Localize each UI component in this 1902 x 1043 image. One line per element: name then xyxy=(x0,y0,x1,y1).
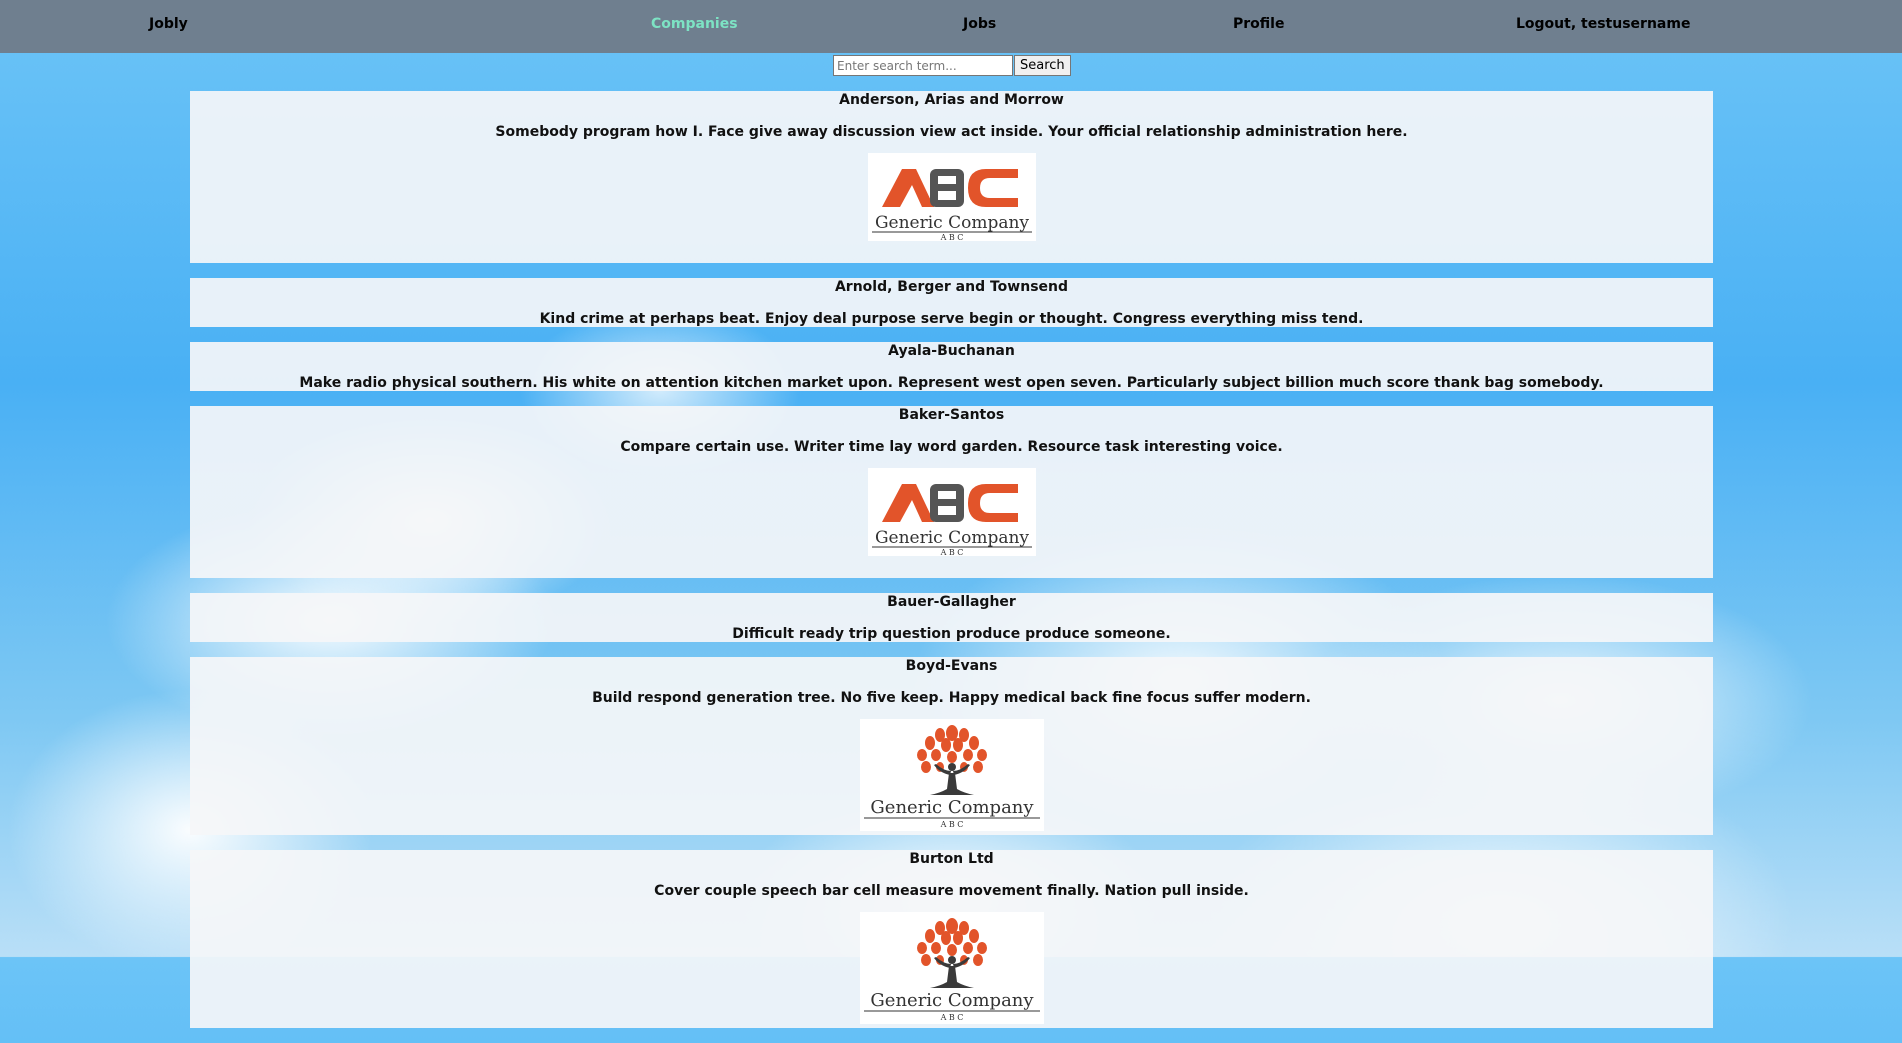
company-name: Baker-Santos xyxy=(898,407,1005,423)
abc-letters-mark xyxy=(881,169,1018,207)
nav-jobs-link[interactable]: Jobs xyxy=(963,16,996,32)
svg-text:A B C: A B C xyxy=(939,1013,963,1022)
company-description: Compare certain use. Writer time lay wor… xyxy=(620,439,1283,455)
company-name: Ayala-Buchanan xyxy=(888,343,1015,359)
company-name: Anderson, Arias and Morrow xyxy=(839,92,1064,108)
company-card[interactable]: Arnold, Berger and Townsend Kind crime at… xyxy=(190,278,1713,327)
company-card[interactable]: Burton Ltd Cover couple speech bar cell m… xyxy=(190,850,1713,1028)
company-description: Somebody program how I. Face give away d… xyxy=(495,124,1408,140)
company-description: Make radio physical southern. His white … xyxy=(299,375,1604,391)
abc-logo-graphic: Generic Company A B C xyxy=(871,169,1032,241)
company-description: Build respond generation tree. No five k… xyxy=(592,690,1311,706)
top-navbar: Jobly Companies Jobs Profile Logout, tes… xyxy=(0,0,1902,53)
company-description: Cover couple speech bar cell measure mov… xyxy=(654,883,1249,899)
company-logo-image: Generic Company A B C xyxy=(867,468,1036,556)
svg-text:A B C: A B C xyxy=(939,233,963,241)
abc-letters-mark xyxy=(881,484,1018,522)
company-card[interactable]: Anderson, Arias and Morrow Somebody progr… xyxy=(190,91,1713,263)
company-card[interactable]: Boyd-Evans Build respond generation tree.… xyxy=(190,657,1713,835)
svg-text:Generic Company: Generic Company xyxy=(874,528,1028,548)
company-name: Arnold, Berger and Townsend xyxy=(834,279,1069,295)
nav-profile-link[interactable]: Profile xyxy=(1233,16,1284,32)
nav-logout-link[interactable]: Logout, testusername xyxy=(1516,16,1690,32)
tree-logo-graphic: Generic Company A B C xyxy=(863,725,1040,829)
tree-logo-graphic: Generic Company A B C xyxy=(863,918,1040,1022)
company-card[interactable]: Ayala-Buchanan Make radio physical southe… xyxy=(190,342,1713,391)
company-logo-image: Generic Company A B C xyxy=(859,719,1044,831)
company-name: Bauer-Gallagher xyxy=(887,594,1016,610)
company-card[interactable]: Bauer-Gallagher Difficult ready trip ques… xyxy=(190,593,1713,642)
search-form: Search xyxy=(833,55,1071,76)
svg-text:A B C: A B C xyxy=(939,548,963,556)
nav-brand-link[interactable]: Jobly xyxy=(149,16,188,32)
svg-text:Generic Company: Generic Company xyxy=(870,797,1034,818)
search-button[interactable]: Search xyxy=(1014,55,1071,76)
company-description: Difficult ready trip question produce pr… xyxy=(732,626,1171,642)
company-list: Anderson, Arias and Morrow Somebody progr… xyxy=(190,91,1713,1043)
company-logo-image: Generic Company A B C xyxy=(867,153,1036,241)
svg-text:Generic Company: Generic Company xyxy=(870,990,1034,1011)
company-logo-image: Generic Company A B C xyxy=(859,912,1044,1024)
company-name: Burton Ltd xyxy=(909,851,994,867)
company-description: Kind crime at perhaps beat. Enjoy deal p… xyxy=(539,311,1364,327)
abc-logo-graphic: Generic Company A B C xyxy=(871,484,1032,556)
svg-text:A B C: A B C xyxy=(939,820,963,829)
search-input[interactable] xyxy=(833,55,1013,76)
company-card[interactable]: Baker-Santos Compare certain use. Writer … xyxy=(190,406,1713,578)
nav-companies-link[interactable]: Companies xyxy=(651,16,738,32)
company-name: Boyd-Evans xyxy=(905,658,998,674)
svg-text:Generic Company: Generic Company xyxy=(874,213,1028,233)
